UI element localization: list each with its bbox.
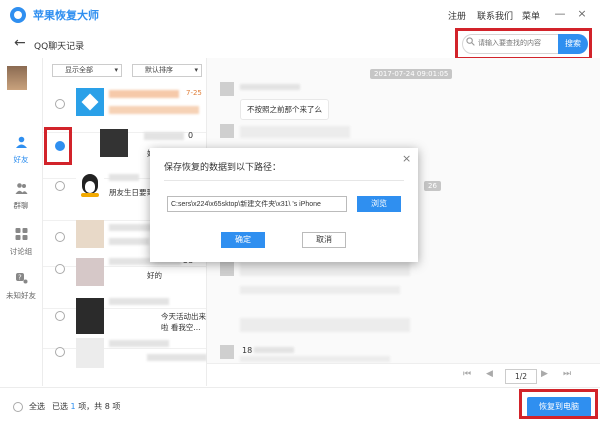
confirm-button[interactable]: 确定 (221, 232, 265, 248)
row-radio[interactable] (55, 232, 65, 242)
chat-avatar (220, 82, 234, 96)
menu-link[interactable]: 菜单 (522, 9, 540, 22)
filter-sort-dropdown[interactable]: 默认排序 (132, 64, 202, 77)
row-name: 0 (188, 131, 194, 140)
select-all-radio[interactable] (13, 402, 23, 412)
row-message: 好的 (147, 271, 162, 280)
chat-avatar (220, 124, 234, 138)
grid-icon (15, 228, 28, 240)
sidebar-item-discussion[interactable]: 讨论组 (0, 226, 42, 260)
page-title: QQ聊天记录 (34, 42, 85, 52)
filter-show-dropdown[interactable]: 显示全部 (52, 64, 122, 77)
minimize-icon[interactable]: — (552, 6, 568, 22)
unknown-person-icon: ? (16, 273, 28, 284)
register-link[interactable]: 注册 (448, 9, 466, 22)
sidebar-item-label: 好友 (13, 155, 29, 164)
row-message: 今天活动出来啦 看我空... (161, 312, 206, 332)
chat-bubble: 不按照之前那个来了么 (240, 99, 329, 120)
chat-timestamp: 2017-07-24 09:01:05 (370, 69, 453, 79)
row-radio[interactable] (55, 347, 65, 357)
row-message: 朋友生日要到 (109, 188, 154, 197)
last-page-icon[interactable]: ⏭ (563, 369, 571, 379)
app-logo-icon (10, 7, 26, 23)
sidebar-item-label: 讨论组 (9, 247, 33, 256)
contact-avatar (76, 220, 104, 248)
person-icon (16, 136, 27, 148)
contact-avatar (76, 338, 104, 368)
first-page-icon[interactable]: ⏮ (463, 369, 471, 379)
dialog-divider (164, 180, 404, 181)
row-radio[interactable] (55, 99, 65, 109)
svg-text:?: ? (18, 274, 22, 282)
app-title: 苹果恢复大师 (33, 9, 99, 22)
avatar (7, 66, 27, 90)
search-highlight (455, 28, 592, 60)
browse-button[interactable]: 浏览 (357, 196, 401, 212)
contact-avatar (76, 258, 104, 286)
select-all-label: 全选 (29, 402, 45, 411)
dialog-close-icon[interactable]: × (402, 152, 411, 165)
save-path-input[interactable] (167, 196, 347, 212)
dialog-title: 保存恢复的数据到以下路径： (164, 163, 282, 173)
close-icon[interactable]: × (574, 6, 590, 22)
selected-count: 1 (70, 402, 76, 411)
chat-timestamp: 26 (424, 181, 441, 191)
list-item[interactable]: 7-07-24 (43, 336, 229, 391)
sidebar-item-friends[interactable]: 好友 (0, 134, 42, 168)
sidebar (0, 58, 43, 386)
chat-sender-name: 18 (242, 346, 253, 355)
group-icon (15, 183, 28, 194)
sidebar-item-groups[interactable]: 群聊 (0, 180, 42, 214)
checkbox-highlight (44, 127, 72, 165)
next-page-icon[interactable]: ▶ (541, 369, 548, 379)
contact-avatar (100, 129, 128, 157)
sidebar-item-label: 群聊 (13, 201, 29, 210)
restore-highlight (519, 389, 598, 419)
contact-avatar (76, 298, 104, 334)
chat-avatar (220, 345, 234, 359)
row-radio[interactable] (55, 311, 65, 321)
selection-summary: 已选 1 项，共 8 项 (52, 402, 121, 411)
back-arrow-icon[interactable]: ← (14, 35, 26, 51)
cancel-button[interactable]: 取消 (302, 232, 346, 248)
row-date: 7-25 (186, 89, 202, 97)
row-radio[interactable] (55, 264, 65, 274)
penguin-icon (76, 172, 104, 200)
prev-page-icon[interactable]: ◀ (486, 369, 493, 379)
sidebar-item-label: 未知好友 (6, 291, 36, 300)
contact-us-link[interactable]: 联系我们 (477, 9, 513, 22)
page-indicator[interactable]: 1/2 (505, 369, 537, 384)
chat-avatar (220, 262, 234, 276)
row-radio[interactable] (55, 181, 65, 191)
app-thumbnail-icon (76, 88, 104, 116)
sidebar-item-unknown[interactable]: ? 未知好友 (0, 270, 42, 304)
